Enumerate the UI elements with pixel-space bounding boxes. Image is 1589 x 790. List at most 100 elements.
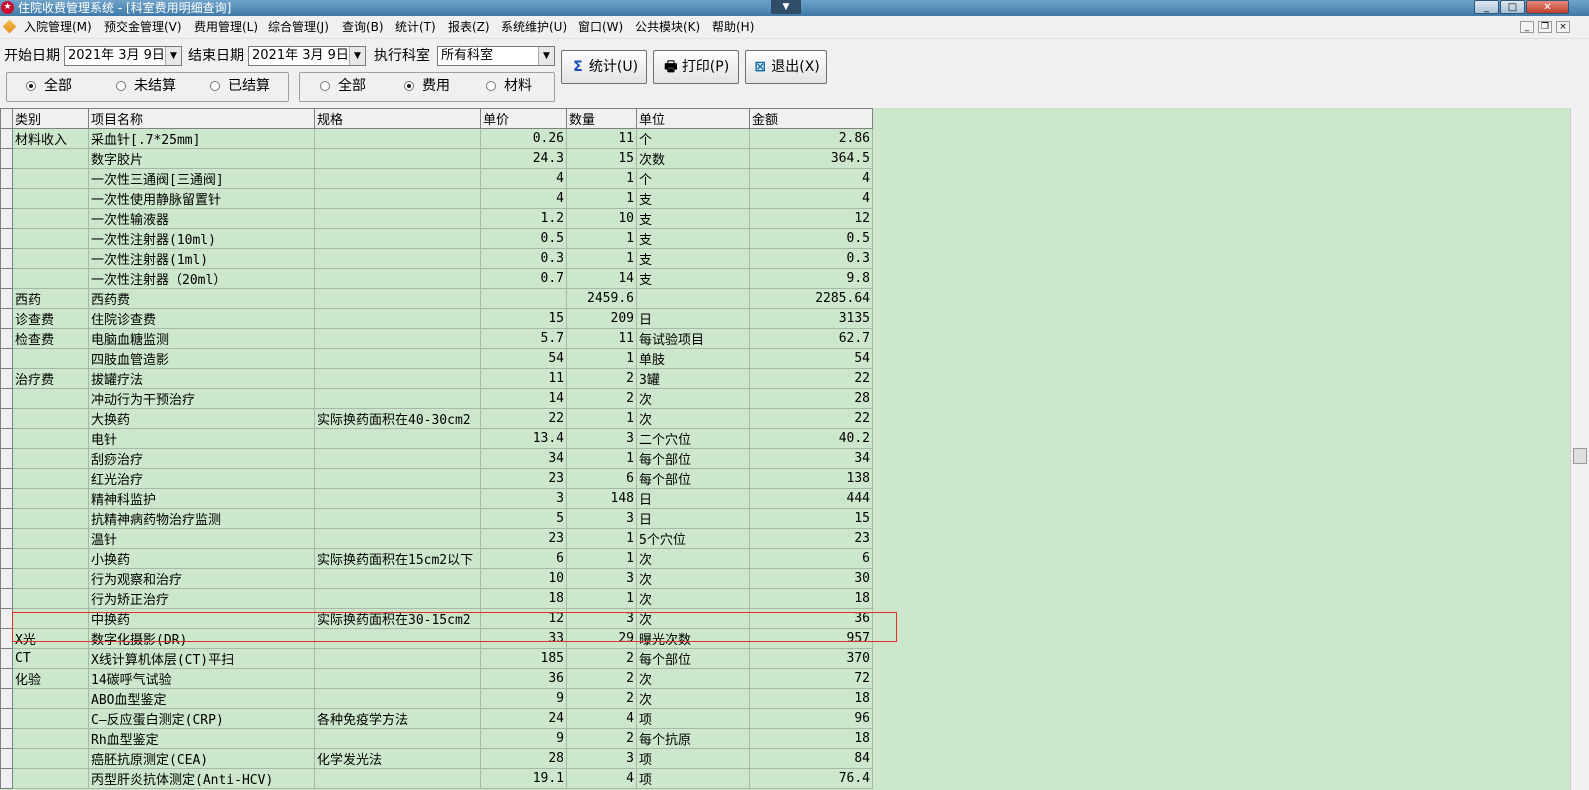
menu-statistics[interactable]: 统计(T) [395,16,436,38]
row-indicator[interactable] [0,128,13,149]
cell-spec[interactable]: 实际换药面积在15cm2以下 [314,548,481,569]
table-row[interactable]: 西药 西药费 2459.6 2285.64 [0,288,873,309]
scrollbar-thumb[interactable] [1573,448,1587,464]
table-row[interactable]: 检查费 电脑血糖监测 5.7 11 每试验项目 62.7 [0,328,873,349]
exit-button[interactable]: ⊠ 退出(X) [745,50,827,84]
table-row[interactable]: 诊查费 住院诊查费 15 209 日 3135 [0,308,873,329]
cell-unit-price[interactable]: 28 [480,748,567,769]
cell-quantity[interactable]: 1 [566,548,637,569]
cell-category[interactable] [12,528,89,549]
row-indicator[interactable] [0,568,13,589]
cell-quantity[interactable]: 15 [566,148,637,169]
row-indicator[interactable] [0,328,13,349]
table-row[interactable]: Rh血型鉴定 9 2 每个抗原 18 [0,728,873,749]
radio-dot[interactable] [486,81,496,91]
cell-unit-price[interactable]: 185 [480,648,567,669]
menu-help[interactable]: 帮助(H) [712,16,754,38]
cell-quantity[interactable]: 1 [566,228,637,249]
table-row[interactable]: 一次性注射器（20ml） 0.7 14 支 9.8 [0,268,873,289]
cell-item-name[interactable]: 大换药 [88,408,315,429]
cell-unit[interactable]: 每个部位 [636,448,750,469]
table-row[interactable]: 行为观察和治疗 10 3 次 30 [0,568,873,589]
cell-unit-price[interactable]: 34 [480,448,567,469]
table-row[interactable]: C—反应蛋白测定(CRP) 各种免疫学方法 24 4 项 96 [0,708,873,729]
cell-quantity[interactable]: 3 [566,568,637,589]
cell-spec[interactable]: 各种免疫学方法 [314,708,481,729]
cell-unit-price[interactable]: 4 [480,188,567,209]
cell-unit[interactable]: 支 [636,268,750,289]
table-row[interactable]: 温针 23 1 5个穴位 23 [0,528,873,549]
cell-amount[interactable]: 6 [749,548,873,569]
cell-spec[interactable] [314,268,481,289]
table-row[interactable]: 大换药 实际换药面积在40-30cm2 22 1 次 22 [0,408,873,429]
cell-category[interactable] [12,688,89,709]
cell-amount[interactable]: 15 [749,508,873,529]
cell-category[interactable] [12,268,89,289]
cell-unit-price[interactable]: 5.7 [480,328,567,349]
cell-item-name[interactable]: 电脑血糖监测 [88,328,315,349]
cell-unit[interactable]: 项 [636,748,750,769]
cell-category[interactable] [12,768,89,789]
cell-unit[interactable]: 个 [636,168,750,189]
cell-quantity[interactable]: 3 [566,748,637,769]
cell-item-name[interactable]: 14碳呼气试验 [88,668,315,689]
cell-unit[interactable]: 次 [636,548,750,569]
chevron-down-icon[interactable]: ▼ [538,47,554,65]
cell-spec[interactable] [314,308,481,329]
cell-category[interactable]: 检查费 [12,328,89,349]
row-indicator[interactable] [0,188,13,209]
table-row[interactable]: 一次性三通阀[三通阀] 4 1 个 4 [0,168,873,189]
cell-spec[interactable] [314,528,481,549]
table-row[interactable]: 一次性注射器(10ml) 0.5 1 支 0.5 [0,228,873,249]
title-dropdown-icon[interactable]: ▼ [771,0,801,14]
cell-item-name[interactable]: 一次性注射器(1ml) [88,248,315,269]
table-row[interactable]: 一次性使用静脉留置针 4 1 支 4 [0,188,873,209]
cell-quantity[interactable]: 2 [566,688,637,709]
cell-unit[interactable]: 日 [636,488,750,509]
row-indicator[interactable] [0,408,13,429]
cell-quantity[interactable]: 4 [566,708,637,729]
cell-spec[interactable] [314,348,481,369]
row-indicator[interactable] [0,288,13,309]
cell-spec[interactable] [314,728,481,749]
cell-quantity[interactable]: 1 [566,168,637,189]
cell-category[interactable] [12,248,89,269]
row-indicator[interactable] [0,368,13,389]
cell-item-name[interactable]: 行为矫正治疗 [88,588,315,609]
cell-item-name[interactable]: 刮痧治疗 [88,448,315,469]
cell-unit[interactable] [636,288,750,309]
radio-dot[interactable] [116,81,126,91]
cell-unit[interactable]: 支 [636,208,750,229]
cell-spec[interactable] [314,188,481,209]
col-header-amount[interactable]: 金额 [749,108,873,129]
row-indicator[interactable] [0,308,13,329]
cell-category[interactable] [12,608,89,629]
cell-unit[interactable]: 支 [636,248,750,269]
mdi-restore-button[interactable]: ❐ [1538,21,1552,33]
chevron-down-icon[interactable]: ▼ [165,47,181,65]
cell-spec[interactable] [314,128,481,149]
cell-unit-price[interactable]: 19.1 [480,768,567,789]
cell-amount[interactable]: 22 [749,408,873,429]
cell-quantity[interactable]: 11 [566,128,637,149]
cell-item-name[interactable]: 四肢血管造影 [88,348,315,369]
cell-quantity[interactable]: 1 [566,448,637,469]
table-row[interactable]: 四肢血管造影 54 1 单肢 54 [0,348,873,369]
col-header-unit[interactable]: 单位 [636,108,750,129]
cell-amount[interactable]: 30 [749,568,873,589]
table-row[interactable]: 电针 13.4 3 二个穴位 40.2 [0,428,873,449]
cell-category[interactable] [12,408,89,429]
cell-unit-price[interactable]: 1.2 [480,208,567,229]
table-row[interactable]: 小换药 实际换药面积在15cm2以下 6 1 次 6 [0,548,873,569]
cell-spec[interactable] [314,208,481,229]
cell-category[interactable] [12,448,89,469]
cell-unit[interactable]: 次 [636,668,750,689]
radio-dot[interactable] [26,81,36,91]
cell-unit-price[interactable]: 24.3 [480,148,567,169]
cell-spec[interactable] [314,668,481,689]
cell-amount[interactable]: 364.5 [749,148,873,169]
cell-amount[interactable]: 84 [749,748,873,769]
radio-dot[interactable] [404,81,414,91]
end-date-picker[interactable]: 2021年 3月 9日 ▼ [248,46,366,66]
cell-spec[interactable] [314,428,481,449]
